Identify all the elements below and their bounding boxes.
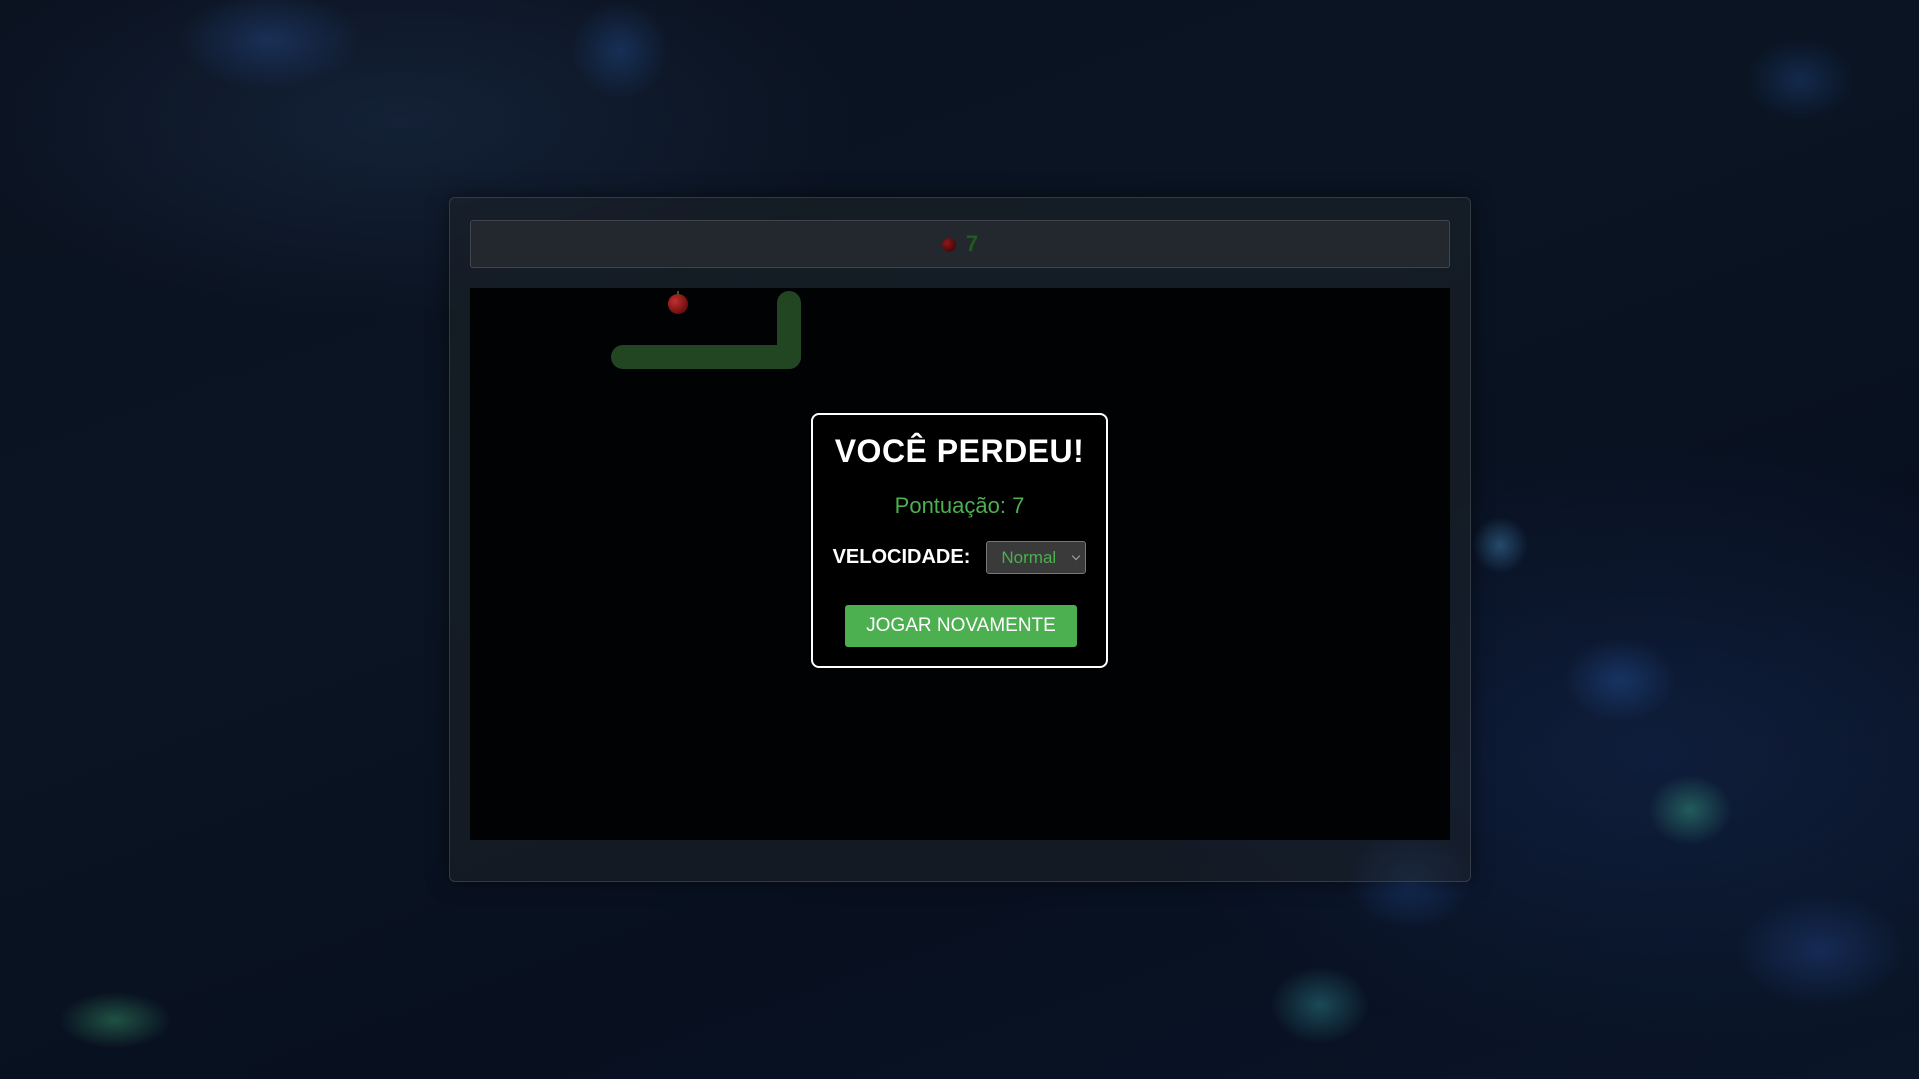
apple-icon bbox=[941, 238, 956, 252]
apple-food bbox=[668, 291, 688, 314]
snake-body-vertical bbox=[777, 291, 801, 369]
speed-label: VELOCIDADE: bbox=[832, 546, 971, 568]
game-over-modal: VOCÊ PERDEU! Pontuação: 7 VELOCIDADE: No… bbox=[811, 413, 1108, 668]
snake-body-horizontal bbox=[611, 345, 801, 369]
score-bar: 7 bbox=[470, 220, 1450, 268]
game-over-title: VOCÊ PERDEU! bbox=[834, 433, 1085, 469]
play-again-button[interactable]: JOGAR NOVAMENTE bbox=[845, 605, 1077, 647]
score-value: 7 bbox=[965, 231, 979, 256]
speed-row: VELOCIDADE: Normal bbox=[813, 541, 1106, 574]
chevron-down-icon bbox=[1072, 551, 1081, 560]
speed-select-value: Normal bbox=[1001, 547, 1057, 567]
speed-select[interactable]: Normal bbox=[986, 541, 1087, 574]
final-score: Pontuação: 7 bbox=[894, 493, 1025, 518]
